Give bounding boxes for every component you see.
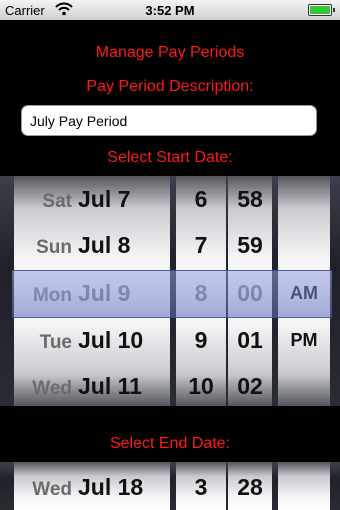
- end-ampm-wheel[interactable]: [278, 462, 330, 510]
- battery-nub: [333, 8, 335, 12]
- minute-row[interactable]: 28: [228, 464, 272, 510]
- date-dow: Mon: [32, 285, 72, 306]
- status-time: 3:52 PM: [145, 3, 195, 18]
- hour-row[interactable]: 3: [176, 464, 226, 510]
- end-hour-wheel[interactable]: 3: [176, 462, 226, 510]
- start-date-picker[interactable]: Sat Jul 7 Sun Jul 8 Mon Jul 9 Tue Jul 10 Wed…: [0, 176, 340, 406]
- date-md: Jul 9: [78, 280, 131, 306]
- date-md: Jul 11: [78, 373, 142, 399]
- hour-row[interactable]: 7: [176, 222, 226, 269]
- start-date-wheel[interactable]: Sat Jul 7 Sun Jul 8 Mon Jul 9 Tue Jul 10 Wed…: [14, 176, 170, 406]
- date-md: Jul 8: [78, 232, 131, 258]
- start-date-row[interactable]: Tue Jul 10: [14, 317, 170, 364]
- hour-row-selected[interactable]: 8: [176, 270, 226, 317]
- minute-row[interactable]: 01: [228, 317, 272, 364]
- description-label: Pay Period Description:: [86, 78, 254, 95]
- ampm-row[interactable]: PM: [278, 317, 330, 364]
- date-dow: Wed: [32, 378, 72, 399]
- start-ampm-wheel[interactable]: AM PM: [278, 176, 330, 406]
- minute-row-selected[interactable]: 00: [228, 270, 272, 317]
- minute-row[interactable]: 58: [228, 176, 272, 223]
- page-title: Manage Pay Periods: [95, 44, 245, 61]
- hour-row[interactable]: 10: [176, 363, 226, 406]
- start-date-row-selected[interactable]: Mon Jul 9: [14, 270, 170, 317]
- date-dow: Sat: [42, 191, 72, 212]
- date-md: Jul 7: [78, 186, 131, 212]
- date-md: Jul 10: [78, 327, 144, 353]
- end-date-wheel[interactable]: Wed Jul 18: [14, 462, 170, 510]
- pay-period-description-field[interactable]: July Pay Period: [21, 105, 317, 136]
- date-md: Jul 18: [78, 474, 144, 500]
- start-date-row[interactable]: Sat Jul 7: [14, 176, 170, 223]
- start-minute-wheel[interactable]: 58 59 00 01 02: [228, 176, 272, 406]
- start-date-row[interactable]: Wed Jul 11: [14, 363, 170, 406]
- date-dow: Tue: [39, 332, 72, 353]
- hour-row[interactable]: 6: [176, 176, 226, 223]
- minute-row[interactable]: 02: [228, 363, 272, 406]
- ampm-row-selected[interactable]: AM: [278, 270, 330, 317]
- end-date-picker[interactable]: Wed Jul 18 3 28: [0, 462, 340, 510]
- end-date-row[interactable]: Wed Jul 18: [14, 464, 170, 510]
- hour-row[interactable]: 9: [176, 317, 226, 364]
- start-date-row[interactable]: Sun Jul 8: [14, 222, 170, 269]
- status-bar: Carrier 3:52 PM: [0, 0, 340, 20]
- minute-row[interactable]: 59: [228, 222, 272, 269]
- start-date-label: Select Start Date:: [107, 149, 233, 166]
- start-hour-wheel[interactable]: 6 7 8 9 10: [176, 176, 226, 406]
- battery-icon: [308, 4, 335, 16]
- end-minute-wheel[interactable]: 28: [228, 462, 272, 510]
- battery-fill: [310, 6, 330, 14]
- date-dow: Wed: [32, 479, 72, 500]
- date-dow: Sun: [36, 237, 72, 258]
- end-date-label: Select End Date:: [109, 435, 231, 452]
